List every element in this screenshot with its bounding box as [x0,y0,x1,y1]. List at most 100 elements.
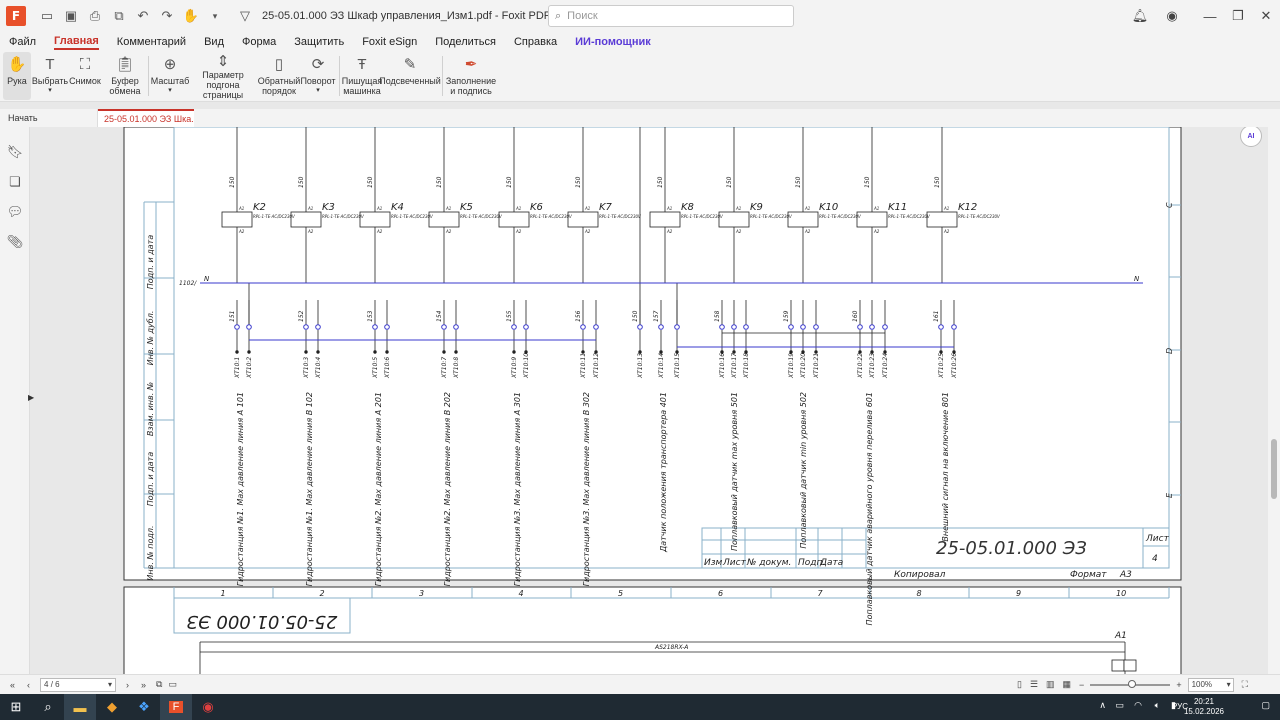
expand-panel-arrow-icon[interactable]: ▶ [28,393,36,407]
tab-document[interactable]: 25-05.01.000 ЭЗ Шка...✕ [98,109,194,127]
customize-icon[interactable]: ▽ [234,5,256,27]
terminal-point [869,324,875,330]
select-tool-button[interactable]: T Выбрать ▾ [32,52,68,100]
page-number-input[interactable]: 4 / 6 ▾ [40,677,117,692]
fullscreen-icon[interactable]: ⛶ [1242,679,1248,690]
account-icon[interactable]: ◉ [1156,0,1188,32]
reverse-order-button[interactable]: ▯ Обратный порядок [258,52,301,100]
tray-volume-icon[interactable]: 🔈︎ [1155,700,1160,711]
notifications-icon[interactable]: 🔔︎ [1124,0,1156,32]
continuous-view-icon[interactable]: ☰ [1030,679,1038,690]
hand-tool-quick-icon[interactable]: ✋ [180,5,202,27]
wire-number: 153 [367,310,374,322]
rotate-button[interactable]: ⟳ Поворот ▾ [300,52,336,100]
terminal-label: XT10:15 [674,353,681,379]
menu-esign[interactable]: Foxit eSign [362,36,417,48]
page-fit-button[interactable]: ⇕ Параметр подгона страницы [188,52,258,100]
highlight-button[interactable]: ✎ Подсвеченный [379,52,441,100]
zoom-button[interactable]: ⊕ Масштаб ▾ [151,52,190,100]
windows-start-icon[interactable]: ⊞ [0,694,32,720]
terminal-point [788,324,794,330]
taskbar-clock[interactable]: 20:21 15.02.2026 [1184,697,1224,717]
zoom-in-icon[interactable]: + [1176,680,1181,690]
tray-app-icon[interactable]: ▭ [1115,700,1124,711]
prev-page-icon[interactable]: ‹ [27,680,30,690]
menu-view[interactable]: Вид [204,36,224,48]
zoom-level-select[interactable]: 100% ▾ [1187,677,1234,692]
search-input[interactable]: ⌕ Поиск [548,5,794,27]
foxit-taskbar-icon[interactable]: F [160,694,192,720]
last-page-icon[interactable]: » [141,680,146,690]
signal-description: Поплавковый датчик аварийного уровня пер… [865,392,874,625]
terminal-point [453,324,459,330]
terminal-point [951,324,957,330]
menu-comment[interactable]: Комментарий [117,36,186,48]
relay-pin-label: A2 [873,229,880,234]
relay-coil [787,211,819,228]
scrollbar-thumb[interactable] [1271,439,1277,499]
export-icon[interactable]: ⧉ [108,5,130,27]
fill-sign-button[interactable]: ✒ Заполнение и подпись [446,52,496,100]
menu-home[interactable]: Главная [54,35,99,50]
comments-icon[interactable]: 💬︎ [0,197,30,227]
wire-number: 155 [506,310,513,322]
terminal-label: XT10:22 [857,353,864,379]
next-page-icon[interactable]: › [126,680,129,690]
page-thumb-icon[interactable]: ▭ [168,679,177,690]
continuous-facing-icon[interactable]: ▦ [1063,679,1072,690]
app-red-icon[interactable]: ◉ [192,694,224,720]
tray-wifi-icon[interactable]: ◠ [1134,700,1142,711]
redo-icon[interactable]: ↷ [156,5,178,27]
tray-chevron-icon[interactable]: ∧ [1099,700,1106,711]
menu-file[interactable]: Файл [9,36,36,48]
menu-form[interactable]: Форма [242,36,276,48]
clipboard-button[interactable]: 📋︎ Буфер обмена [105,52,145,100]
print-icon[interactable]: ⎙ [84,5,106,27]
extract-page-icon[interactable]: ⧉ [156,679,162,690]
zoom-slider-handle[interactable] [1128,679,1137,688]
snapshot-icon: ⛶ [79,56,91,73]
tab-start[interactable]: Начать [0,109,98,127]
menu-share[interactable]: Поделиться [435,36,496,48]
quick-access-dropdown-icon[interactable]: ▾ [204,5,226,27]
undo-icon[interactable]: ↶ [132,5,154,27]
side-strip-label: Подп. и дата [146,235,155,290]
typewriter-button[interactable]: Ŧ Пишущая машинка [342,52,383,100]
snapshot-button[interactable]: ⛶ Снимок [69,52,101,100]
first-page-icon[interactable]: « [10,680,15,690]
open-folder-icon[interactable]: ▭ [36,5,58,27]
pages-icon[interactable]: ❏ [0,167,30,197]
single-page-view-icon[interactable]: ▯ [1017,679,1022,690]
zoom-out-icon[interactable]: − [1079,680,1084,690]
relay-pin-label: A2 [943,229,950,234]
relay-pin-label: A1 [376,206,382,211]
hand-tool-button[interactable]: ✋ Рука [3,52,31,100]
menu-protect[interactable]: Защитить [294,36,344,48]
terminal-label: XT10:6 [384,357,391,379]
terminal-dot [442,350,446,354]
relay-pin-label: A1 [307,206,313,211]
zoom-slider[interactable] [1090,679,1171,688]
terminal-dot [247,350,251,354]
facing-view-icon[interactable]: ▥ [1046,679,1055,690]
highlight-icon: ✎ [403,56,417,73]
menu-help[interactable]: Справка [514,36,557,48]
relay-spec: RPL-1-TE-AC/DC230V [819,214,861,219]
app-3d-icon[interactable]: ◆ [96,694,128,720]
menu-ai-assistant[interactable]: ИИ-помощник [575,36,651,48]
vertical-scrollbar[interactable] [1268,109,1280,674]
column-number: 10 [1116,589,1126,598]
relay-spec: RPL-1-TE-AC/DC230V [958,214,1000,219]
file-explorer-icon[interactable]: ▬ [64,694,96,720]
notification-center-icon[interactable]: ▢ [1261,700,1270,711]
bookmark-icon[interactable]: 🔖︎ [0,137,30,167]
close-window-button[interactable]: ✕ [1250,0,1280,32]
app-blue-icon[interactable]: ❖ [128,694,160,720]
ribbon-toolbar: ✋ Рука T Выбрать ▾ ⛶ Снимок 📋︎ Буфер обмена ⊕… [0,52,1280,102]
terminal-point [523,324,529,330]
bus-n-right: N [1134,275,1140,283]
taskbar-search-icon[interactable]: ⌕ [32,694,64,720]
relay-pin-label: A2 [376,229,383,234]
attachments-icon[interactable]: 📎︎ [0,227,30,257]
save-icon[interactable]: ▣ [60,5,82,27]
